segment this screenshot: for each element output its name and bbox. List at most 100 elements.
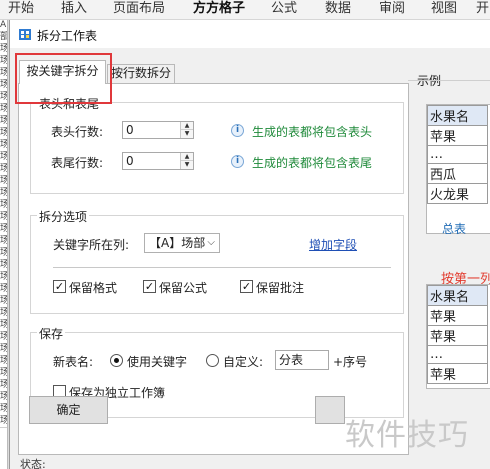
sheet-cell[interactable]: 场 <box>0 368 7 380</box>
stepper-down-icon[interactable]: ▼ <box>181 130 193 138</box>
header-rows-label: 表头行数: <box>51 125 104 139</box>
sheet-cell[interactable]: 场 <box>0 80 7 92</box>
keep-formula-checkbox[interactable]: ✓ <box>143 280 156 293</box>
sheet-cell[interactable]: 场 <box>0 188 7 200</box>
stepper-up-icon[interactable]: ▲ <box>181 153 193 161</box>
sheet-cell[interactable]: 场 <box>0 212 7 224</box>
info-icon: i <box>231 155 244 168</box>
watermark: 软件技巧 <box>345 418 469 453</box>
sheet-cell[interactable]: 场 <box>0 152 7 164</box>
sheet-cell[interactable]: 场 <box>0 296 7 308</box>
sheet-cell[interactable]: 场 <box>0 248 7 260</box>
header-footer-group-title: 表头和表尾 <box>37 95 102 112</box>
sheet-cell[interactable]: 场 <box>0 308 7 320</box>
example-cell: … <box>427 145 488 164</box>
key-column-value: 【A】场部 <box>149 236 206 250</box>
sheet-cell[interactable]: 场 <box>0 104 7 116</box>
header-rows-value: 0 <box>126 123 134 137</box>
sheet-cell[interactable]: 场 <box>0 284 7 296</box>
footer-rows-label: 表尾行数: <box>51 156 104 170</box>
keep-formula-label: 保留公式 <box>159 281 208 295</box>
custom-name-input[interactable]: 分表 <box>275 350 329 370</box>
sheet-cell[interactable]: A <box>0 20 7 32</box>
info-icon: i <box>231 124 244 137</box>
example-cell: 苹果 <box>427 363 488 384</box>
sheet-cell[interactable]: 场 <box>0 320 7 332</box>
sheet-cell[interactable]: 场 <box>0 380 7 392</box>
split-sheet-dialog: 拆分工作表 按关键字拆分 按行数拆分 表头和表尾 表头行数: 0 ▲ ▼ i 生… <box>9 20 490 469</box>
cancel-button[interactable] <box>315 396 345 424</box>
ribbon-tab-page-layout[interactable]: 页面布局 <box>113 0 165 20</box>
example-cell: … <box>427 345 488 364</box>
tab-by-rows[interactable]: 按行数拆分 <box>107 64 175 83</box>
app-icon <box>19 29 31 40</box>
sheet-cell[interactable]: 场 <box>0 200 7 212</box>
sheet-cell[interactable]: 场 <box>0 272 7 284</box>
example-cell: 苹果 <box>427 305 488 326</box>
sheet-cell[interactable]: 场 <box>0 224 7 236</box>
keep-comments-label: 保留批注 <box>256 281 305 295</box>
example-table-result: 水果名 苹果 苹果 … 苹果 <box>426 284 490 389</box>
footer-hint: 生成的表都将包含表尾 <box>252 156 373 170</box>
stepper-up-icon[interactable]: ▲ <box>181 122 193 130</box>
ribbon-tab-formulas[interactable]: 公式 <box>271 0 297 20</box>
use-keyword-label: 使用关键字 <box>127 355 188 369</box>
worksheet-edge: A部场场场场场场场场场场场场场场场场场场场场场场场场场场场场场场场场 <box>0 20 8 469</box>
ribbon-tab-data[interactable]: 数据 <box>325 0 351 20</box>
suffix-label: +序号 <box>333 355 368 369</box>
sheet-cell[interactable]: 场 <box>0 116 7 128</box>
sheet-cell[interactable]: 场 <box>0 140 7 152</box>
use-keyword-radio[interactable] <box>110 354 123 367</box>
divider <box>53 267 391 268</box>
dialog-titlebar[interactable]: 拆分工作表 <box>10 20 490 48</box>
example-cell: 苹果 <box>427 125 488 146</box>
chevron-down-icon: ⌵ <box>207 237 215 248</box>
split-options-group: 拆分选项 关键字所在列: 【A】场部 ⌵ 增加字段 ✓ 保留格式 ✓ 保留公式 … <box>30 208 404 314</box>
keep-format-label: 保留格式 <box>69 281 118 295</box>
sheet-cell[interactable]: 场 <box>0 44 7 56</box>
keep-format-checkbox[interactable]: ✓ <box>53 280 66 293</box>
add-field-link[interactable]: 增加字段 <box>309 236 357 253</box>
example-sheet-tab: 总表 <box>442 222 467 236</box>
tab-by-keyword[interactable]: 按关键字拆分 <box>19 60 106 84</box>
ribbon-tab-fangfang[interactable]: 方方格子 <box>193 0 245 20</box>
sheet-cell[interactable]: 场 <box>0 176 7 188</box>
key-column-select[interactable]: 【A】场部 ⌵ <box>144 233 220 253</box>
sheet-cell[interactable]: 场 <box>0 164 7 176</box>
ribbon-tab-insert[interactable]: 插入 <box>61 0 87 20</box>
example-cell: 西瓜 <box>427 163 488 184</box>
sheet-cell[interactable]: 场 <box>0 392 7 404</box>
ok-button[interactable]: 确定 <box>29 396 108 424</box>
ribbon-tab-developer[interactable]: 开 <box>476 0 489 20</box>
split-options-group-title: 拆分选项 <box>37 208 90 225</box>
keep-comments-checkbox[interactable]: ✓ <box>240 280 253 293</box>
sheet-cell[interactable]: 场 <box>0 332 7 344</box>
sheet-cell[interactable]: 场 <box>0 260 7 272</box>
footer-rows-stepper[interactable]: 0 ▲ ▼ <box>122 152 194 170</box>
sheet-cell[interactable]: 场 <box>0 68 7 80</box>
sheet-cell[interactable]: 场 <box>0 128 7 140</box>
example-table-source: 水果名 苹果 … 西瓜 火龙果 <box>426 104 490 234</box>
dialog-title: 拆分工作表 <box>37 29 98 43</box>
sheet-cell[interactable]: 场 <box>0 356 7 368</box>
custom-name-label: 自定义: <box>223 355 264 369</box>
sheet-cell[interactable]: 场 <box>0 344 7 356</box>
sheet-cell[interactable]: 场 <box>0 404 7 416</box>
sheet-cell[interactable]: 场 <box>0 56 7 68</box>
sheet-cell[interactable]: 场 <box>0 92 7 104</box>
header-rows-stepper[interactable]: 0 ▲ ▼ <box>122 121 194 139</box>
example-cell: 苹果 <box>427 325 488 346</box>
status-label: 状态: <box>20 458 46 469</box>
ribbon-tab-review[interactable]: 审阅 <box>379 0 405 20</box>
sheet-cell[interactable]: 部 <box>0 32 7 44</box>
ribbon-tab-view[interactable]: 视图 <box>431 0 457 20</box>
header-hint: 生成的表都将包含表头 <box>252 125 373 139</box>
example-cell: 水果名 <box>427 285 488 306</box>
sheet-cell[interactable]: 场 <box>0 416 7 428</box>
custom-name-radio[interactable] <box>206 354 219 367</box>
ribbon-tab-home[interactable]: 开始 <box>8 0 34 20</box>
footer-rows-value: 0 <box>126 154 134 168</box>
stepper-down-icon[interactable]: ▼ <box>181 161 193 169</box>
sheet-cell[interactable]: 场 <box>0 236 7 248</box>
example-cell: 火龙果 <box>427 183 488 204</box>
